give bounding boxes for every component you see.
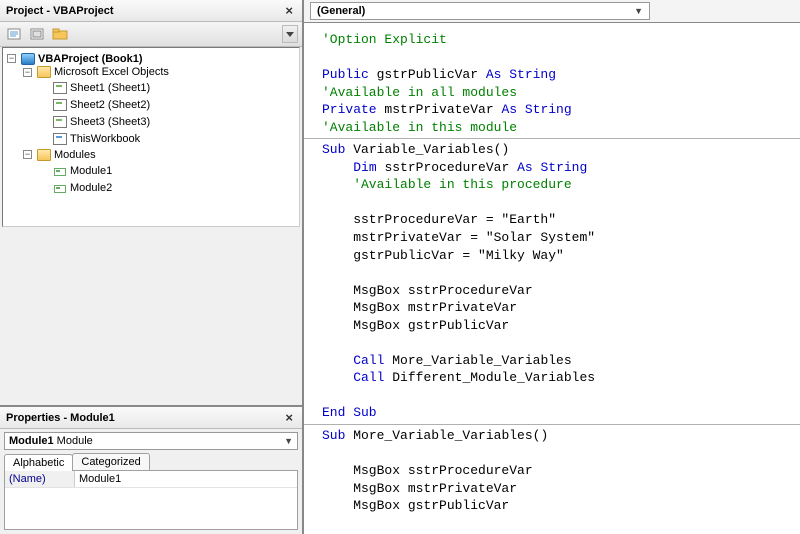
code-pane: (General) ▼ 'Option Explicit Public gstr… (304, 0, 800, 534)
code-line[interactable]: MsgBox mstrPrivateVar (322, 480, 790, 498)
tree-item-label: Sheet1 (Sheet1) (70, 82, 150, 94)
code-line[interactable]: sstrProcedureVar = "Earth" (322, 211, 790, 229)
collapse-icon[interactable]: − (23, 150, 32, 159)
code-line[interactable]: Private mstrPrivateVar As String (322, 101, 790, 119)
code-line[interactable]: Public gstrPublicVar As String (322, 66, 790, 84)
property-row[interactable]: (Name) Module1 (5, 471, 297, 488)
tree-folder-label: Microsoft Excel Objects (54, 66, 169, 78)
code-line[interactable] (322, 387, 790, 405)
properties-grid[interactable]: (Name) Module1 (4, 470, 298, 530)
tree-module-item[interactable]: Module2 (39, 182, 112, 194)
tab-label: Alphabetic (13, 457, 64, 469)
procedure-separator (304, 138, 800, 139)
code-line[interactable]: MsgBox sstrProcedureVar (322, 282, 790, 300)
tree-sheet-item[interactable]: Sheet1 (Sheet1) (39, 82, 150, 94)
code-line[interactable]: 'Available in all modules (322, 84, 790, 102)
tree-excel-folder[interactable]: − Microsoft Excel Objects (23, 66, 169, 78)
folder-icon[interactable] (50, 25, 70, 43)
code-line[interactable]: mstrPrivateVar = "Solar System" (322, 229, 790, 247)
module-icon (53, 165, 67, 177)
properties-combo-text: Module1 Module (9, 435, 93, 447)
collapse-icon[interactable]: − (7, 54, 16, 63)
properties-panel-title-bar: Properties - Module1 × (0, 407, 302, 429)
code-editor[interactable]: 'Option Explicit Public gstrPublicVar As… (304, 23, 800, 534)
procedure-separator (304, 424, 800, 425)
code-line[interactable]: 'Option Explicit (322, 31, 790, 49)
tree-item-label: ThisWorkbook (70, 133, 140, 145)
code-combo-bar: (General) ▼ (304, 0, 800, 23)
properties-panel: Properties - Module1 × Module1 Module ▼ … (0, 405, 302, 534)
tab-alphabetic[interactable]: Alphabetic (4, 454, 73, 471)
tree-item-label: Sheet2 (Sheet2) (70, 99, 150, 111)
tree-sheet-item[interactable]: Sheet3 (Sheet3) (39, 116, 150, 128)
code-line[interactable]: 'Available in this module (322, 119, 790, 137)
code-line[interactable]: MsgBox gstrPublicVar (322, 317, 790, 335)
tree-root[interactable]: − VBAProject (Book1) (7, 53, 143, 65)
worksheet-icon (53, 116, 67, 128)
collapse-icon[interactable]: − (23, 68, 32, 77)
tree-root-label: VBAProject (Book1) (38, 53, 143, 65)
code-line[interactable]: Sub Variable_Variables() (322, 141, 790, 159)
toolbar-overflow-button[interactable] (282, 25, 298, 43)
property-key: (Name) (5, 471, 75, 487)
tree-module-item[interactable]: Module1 (39, 165, 112, 177)
code-line[interactable]: 'Available in this procedure (322, 176, 790, 194)
tab-label: Categorized (81, 456, 140, 468)
code-line[interactable]: gstrPublicVar = "Milky Way" (322, 247, 790, 265)
code-line[interactable]: Sub More_Variable_Variables() (322, 427, 790, 445)
tree-item-label: Module2 (70, 182, 112, 194)
code-line[interactable] (322, 264, 790, 282)
code-line[interactable] (322, 445, 790, 463)
folder-icon (37, 66, 51, 78)
tab-categorized[interactable]: Categorized (72, 453, 149, 470)
project-panel-title: Project - VBAProject (6, 5, 114, 17)
view-object-icon[interactable] (27, 25, 47, 43)
project-icon (21, 53, 35, 65)
panel-spacer (0, 229, 302, 405)
project-panel-title-bar: Project - VBAProject × (0, 0, 302, 22)
code-line[interactable] (322, 515, 790, 533)
view-code-icon[interactable] (4, 25, 24, 43)
code-line[interactable] (322, 334, 790, 352)
project-tree[interactable]: − VBAProject (Book1) − Microsoft Excel O… (2, 47, 300, 227)
workbook-icon (53, 133, 67, 145)
object-dropdown[interactable]: (General) ▼ (310, 2, 650, 20)
worksheet-icon (53, 99, 67, 111)
code-line[interactable] (322, 49, 790, 67)
code-line[interactable]: End Sub (322, 404, 790, 422)
chevron-down-icon: ▼ (634, 6, 643, 16)
properties-tabs: Alphabetic Categorized (0, 453, 302, 470)
project-toolbar (0, 22, 302, 47)
object-dropdown-value: (General) (317, 5, 365, 17)
tree-modules-folder[interactable]: − Modules (23, 149, 96, 161)
tree-sheet-item[interactable]: Sheet2 (Sheet2) (39, 99, 150, 111)
properties-object-combo[interactable]: Module1 Module ▼ (4, 432, 298, 450)
worksheet-icon (53, 82, 67, 94)
tree-workbook-item[interactable]: ThisWorkbook (39, 133, 140, 145)
code-line[interactable]: Call More_Variable_Variables (322, 352, 790, 370)
tree-item-label: Module1 (70, 165, 112, 177)
code-line[interactable]: MsgBox sstrProcedureVar (322, 462, 790, 480)
tree-folder-label: Modules (54, 149, 96, 161)
code-line[interactable]: MsgBox mstrPrivateVar (322, 299, 790, 317)
close-icon[interactable]: × (282, 3, 296, 18)
code-line[interactable]: Call Different_Module_Variables (322, 369, 790, 387)
project-explorer-column: Project - VBAProject × − VBAProject (Boo… (0, 0, 304, 534)
code-line[interactable] (322, 194, 790, 212)
properties-panel-title: Properties - Module1 (6, 412, 115, 424)
folder-icon (37, 149, 51, 161)
close-icon[interactable]: × (282, 410, 296, 425)
tree-item-label: Sheet3 (Sheet3) (70, 116, 150, 128)
code-line[interactable]: MsgBox gstrPublicVar (322, 497, 790, 515)
module-icon (53, 182, 67, 194)
code-line[interactable]: Dim sstrProcedureVar As String (322, 159, 790, 177)
chevron-down-icon: ▼ (284, 436, 293, 446)
property-value[interactable]: Module1 (75, 471, 297, 487)
